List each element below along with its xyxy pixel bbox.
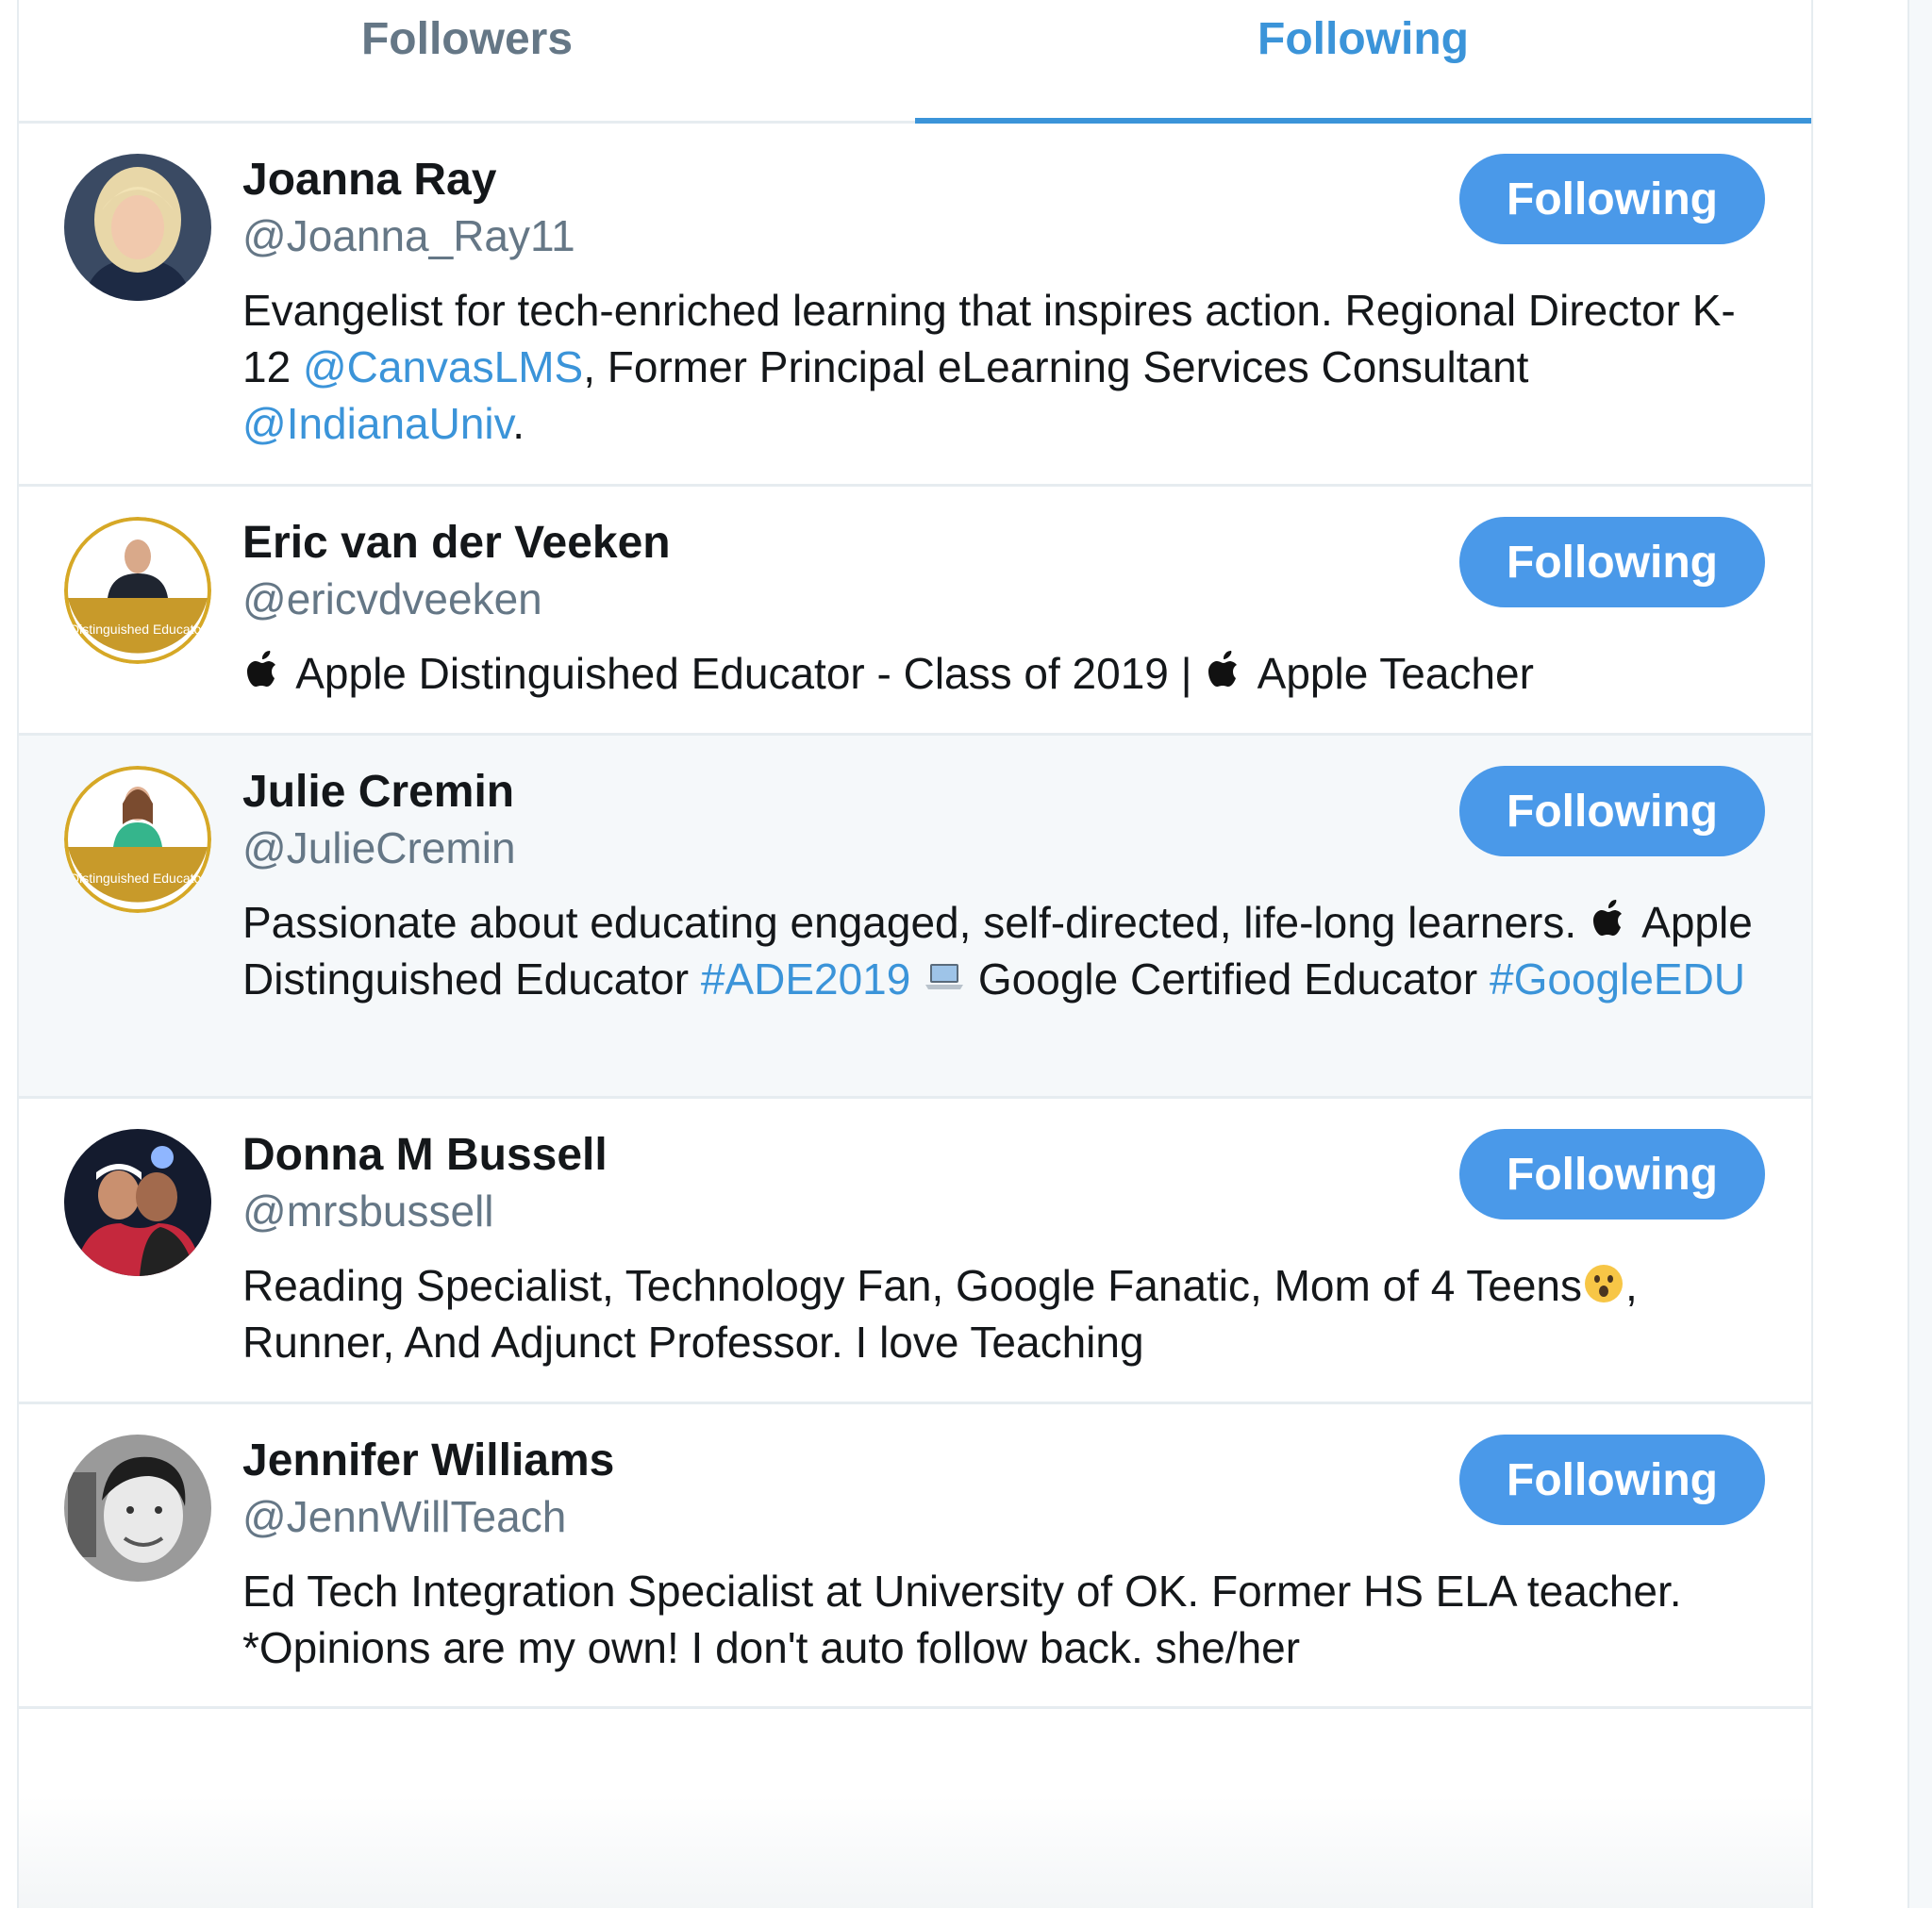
following-panel: Followers Following Joanna Ray @Joanna_R… bbox=[17, 0, 1813, 1908]
following-button[interactable]: Following bbox=[1459, 1129, 1765, 1219]
tab-followers-label: Followers bbox=[360, 14, 574, 64]
user-row[interactable]: Donna M Bussell @mrsbussell Reading Spec… bbox=[19, 1099, 1811, 1404]
following-button[interactable]: Following bbox=[1459, 1435, 1765, 1525]
hashtag-link[interactable]: #ADE2019 bbox=[701, 954, 911, 1004]
avatar[interactable] bbox=[64, 154, 211, 301]
user-name[interactable]: Joanna Ray bbox=[242, 154, 496, 206]
badge-text: Distinguished Educator bbox=[70, 622, 206, 637]
apple-logo-icon bbox=[1592, 900, 1622, 936]
user-bio: Passionate about educating engaged, self… bbox=[242, 894, 1774, 1007]
tab-followers[interactable]: Followers bbox=[19, 0, 915, 121]
right-sidebar-edge bbox=[1907, 0, 1932, 1908]
user-handle[interactable]: @JulieCremin bbox=[242, 822, 516, 873]
bottom-fade bbox=[19, 1795, 1811, 1908]
user-row[interactable]: Distinguished Educator Julie Cremin @Jul… bbox=[19, 736, 1811, 1099]
bio-text: Passionate about educating engaged, self… bbox=[242, 898, 1589, 947]
bio-text: . bbox=[512, 399, 525, 448]
user-name[interactable]: Julie Cremin bbox=[242, 766, 514, 818]
user-row[interactable]: Distinguished Educator Eric van der Veek… bbox=[19, 487, 1811, 736]
mention-link[interactable]: @CanvasLMS bbox=[303, 342, 583, 391]
user-name[interactable]: Jennifer Williams bbox=[242, 1435, 614, 1486]
tab-bar: Followers Following bbox=[19, 0, 1811, 124]
badge-text: Distinguished Educator bbox=[70, 871, 206, 886]
bio-text: Apple Distinguished Educator - Class of … bbox=[286, 649, 1205, 698]
bio-text bbox=[910, 954, 923, 1004]
user-bio: Reading Specialist, Technology Fan, Goog… bbox=[242, 1257, 1774, 1370]
tab-following-label: Following bbox=[1257, 14, 1469, 64]
mention-link[interactable]: @IndianaUniv bbox=[242, 399, 512, 448]
laptop-emoji-icon bbox=[925, 964, 964, 989]
user-handle[interactable]: @JennWillTeach bbox=[242, 1491, 566, 1542]
avatar[interactable]: Distinguished Educator bbox=[64, 766, 211, 913]
user-name[interactable]: Donna M Bussell bbox=[242, 1129, 608, 1181]
user-handle[interactable]: @ericvdveeken bbox=[242, 573, 542, 624]
bio-text: Google Certified Educator bbox=[966, 954, 1490, 1004]
user-name[interactable]: Eric van der Veeken bbox=[242, 517, 671, 569]
tab-following[interactable]: Following bbox=[915, 0, 1811, 124]
bio-text: Apple Teacher bbox=[1247, 649, 1534, 698]
avatar[interactable] bbox=[64, 1435, 211, 1582]
avatar[interactable]: Distinguished Educator bbox=[64, 517, 211, 664]
following-button[interactable]: Following bbox=[1459, 154, 1765, 244]
following-button[interactable]: Following bbox=[1459, 517, 1765, 607]
user-bio: Evangelist for tech-enriched learning th… bbox=[242, 282, 1774, 452]
following-button[interactable]: Following bbox=[1459, 766, 1765, 856]
apple-logo-icon bbox=[1208, 651, 1238, 687]
bio-text: Reading Specialist, Technology Fan, Goog… bbox=[242, 1261, 1583, 1310]
surprised-face-emoji-icon bbox=[1585, 1265, 1624, 1302]
bio-text: , Former Principal eLearning Services Co… bbox=[583, 342, 1529, 391]
hashtag-link[interactable]: #GoogleEDU bbox=[1490, 954, 1745, 1004]
user-bio: Ed Tech Integration Specialist at Univer… bbox=[242, 1563, 1774, 1676]
user-handle[interactable]: @Joanna_Ray11 bbox=[242, 210, 575, 261]
user-row[interactable]: Joanna Ray @Joanna_Ray11 Evangelist for … bbox=[19, 124, 1811, 487]
user-handle[interactable]: @mrsbussell bbox=[242, 1186, 494, 1236]
user-row[interactable]: Jennifer Williams @JennWillTeach Ed Tech… bbox=[19, 1404, 1811, 1709]
avatar[interactable] bbox=[64, 1129, 211, 1276]
user-bio: Apple Distinguished Educator - Class of … bbox=[242, 645, 1774, 702]
apple-logo-icon bbox=[247, 651, 275, 687]
bio-text: Ed Tech Integration Specialist at Univer… bbox=[242, 1567, 1682, 1672]
